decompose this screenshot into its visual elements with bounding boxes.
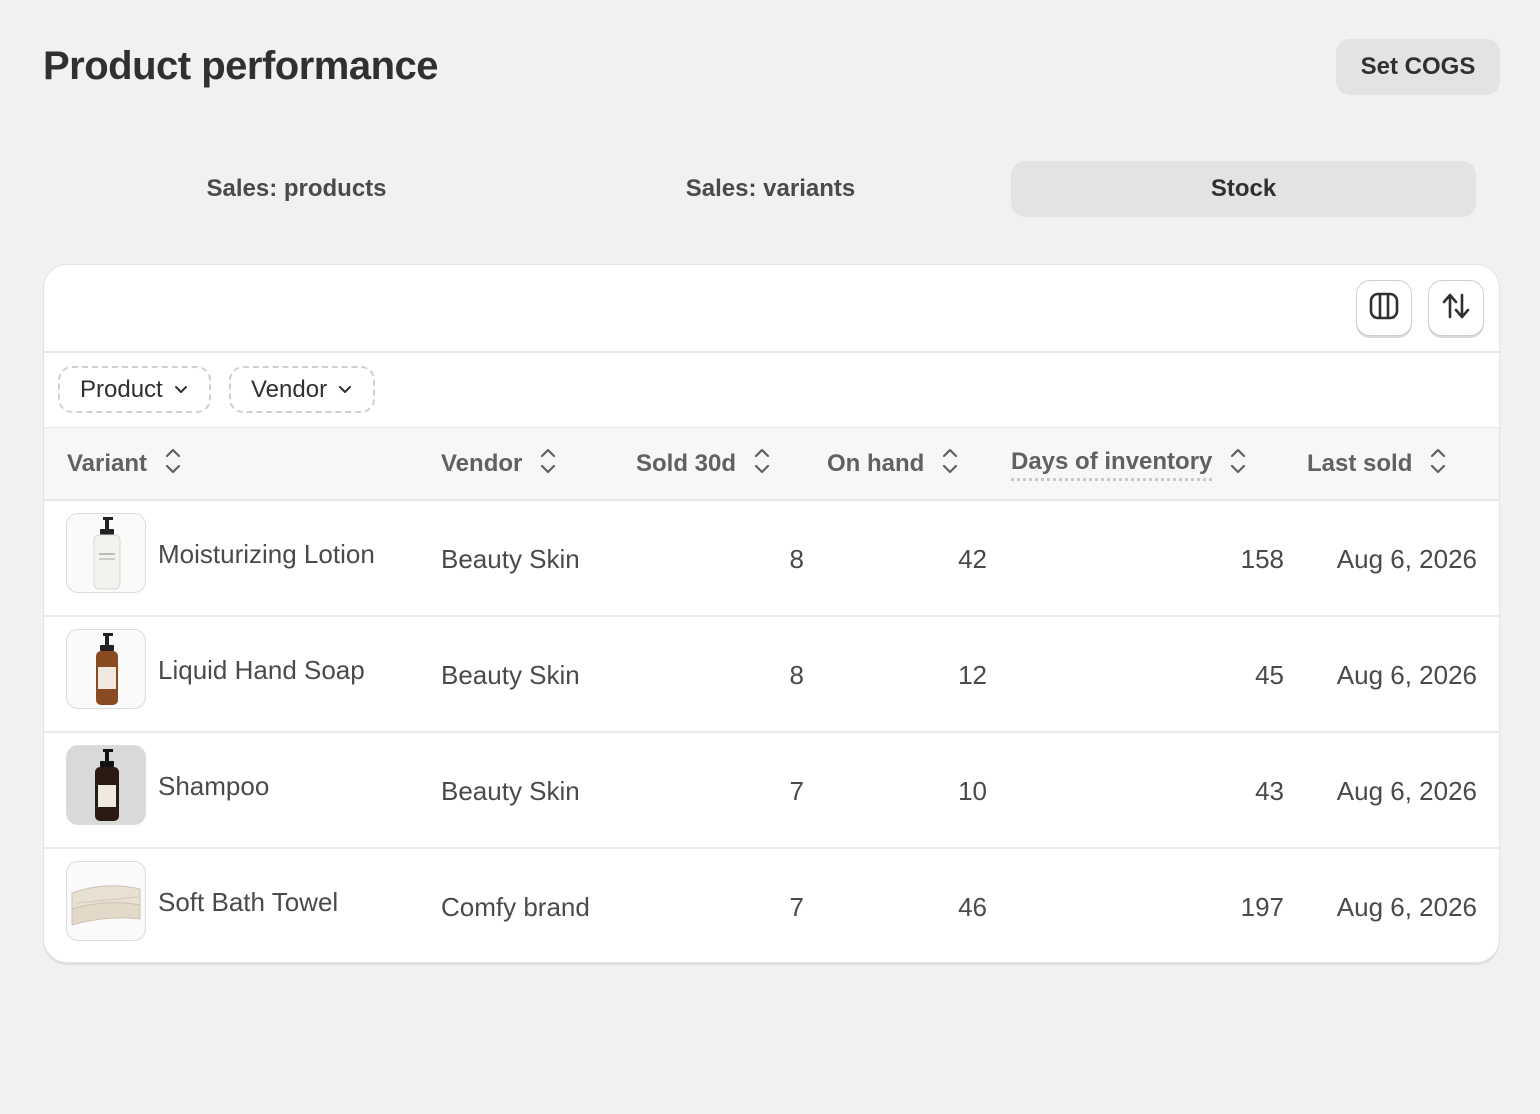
product-thumbnail [66, 629, 146, 709]
sold-30d-cell: 8 [789, 660, 804, 690]
lotion-bottle-icon [93, 517, 121, 590]
sort-arrows-icon [1230, 447, 1246, 482]
column-header-sold-30d[interactable]: Sold 30d [636, 428, 770, 500]
sort-arrows-icon [942, 447, 958, 482]
column-label: Variant [67, 450, 148, 477]
vendor-cell: Beauty Skin [441, 544, 580, 574]
table-row[interactable]: Liquid Hand Soap Beauty Skin 8 12 45 Aug… [44, 617, 1499, 733]
sort-arrows-icon [540, 447, 556, 482]
days-of-inventory-cell: 158 [1240, 544, 1284, 574]
variant-name[interactable]: Shampoo [158, 771, 269, 802]
column-header-on-hand[interactable]: On hand [827, 428, 958, 500]
sort-arrows-icon [165, 447, 181, 482]
variant-name[interactable]: Soft Bath Towel [158, 887, 338, 918]
product-thumbnail [66, 745, 146, 825]
table-header: Variant Vendor Sold 30d On hand Days of … [44, 427, 1499, 501]
table-toolbar [44, 265, 1499, 353]
vendor-cell: Beauty Skin [441, 660, 580, 690]
column-label: Vendor [441, 450, 523, 477]
filter-vendor-label: Vendor [251, 375, 328, 403]
column-header-days-of-inventory[interactable]: Days of inventory [1011, 428, 1246, 500]
filter-product-label: Product [80, 375, 163, 403]
vendor-cell: Beauty Skin [441, 776, 580, 806]
tab-sales-products[interactable]: Sales: products [64, 161, 529, 217]
sort-arrows-icon [1430, 447, 1446, 482]
column-label: Days of inventory [1011, 448, 1213, 481]
column-header-last-sold[interactable]: Last sold [1307, 428, 1446, 500]
on-hand-cell: 46 [958, 892, 987, 922]
vendor-cell: Comfy brand [441, 892, 590, 922]
days-of-inventory-cell: 43 [1255, 776, 1284, 806]
columns-button[interactable] [1356, 280, 1412, 336]
filter-product[interactable]: Product [58, 366, 211, 413]
table-body: Moisturizing Lotion Beauty Skin 8 42 158… [44, 501, 1499, 962]
column-label: Last sold [1307, 450, 1413, 477]
sort-button[interactable] [1428, 280, 1484, 336]
chevron-down-icon [173, 376, 189, 404]
table-row[interactable]: Shampoo Beauty Skin 7 10 43 Aug 6, 2026 [44, 733, 1499, 849]
last-sold-cell: Aug 6, 2026 [1336, 776, 1477, 806]
table-row[interactable]: Soft Bath Towel Comfy brand 7 46 197 Aug… [44, 849, 1499, 962]
filter-vendor[interactable]: Vendor [229, 366, 376, 413]
last-sold-cell: Aug 6, 2026 [1336, 892, 1477, 922]
on-hand-cell: 42 [958, 544, 987, 574]
sort-arrows-icon [754, 447, 770, 482]
table-row[interactable]: Moisturizing Lotion Beauty Skin 8 42 158… [44, 501, 1499, 617]
on-hand-cell: 10 [958, 776, 987, 806]
sold-30d-cell: 7 [789, 776, 804, 806]
last-sold-cell: Aug 6, 2026 [1336, 544, 1477, 574]
sort-icon [1441, 291, 1471, 326]
set-cogs-button[interactable]: Set COGS [1336, 39, 1500, 95]
page-title: Product performance [43, 44, 439, 88]
product-thumbnail [66, 861, 146, 941]
tab-stock[interactable]: Stock [1011, 161, 1476, 217]
towel-stack-icon [71, 885, 141, 926]
variant-name[interactable]: Liquid Hand Soap [158, 655, 365, 686]
columns-icon [1369, 291, 1399, 326]
variant-name[interactable]: Moisturizing Lotion [158, 539, 375, 570]
last-sold-cell: Aug 6, 2026 [1336, 660, 1477, 690]
filter-bar: Product Vendor [44, 353, 1499, 427]
column-label: On hand [827, 450, 925, 477]
shampoo-bottle-icon [95, 749, 119, 821]
sold-30d-cell: 8 [789, 544, 804, 574]
on-hand-cell: 12 [958, 660, 987, 690]
soap-bottle-icon [96, 633, 118, 705]
stock-table-card: Product Vendor Variant Vendor Sold 30d O… [43, 264, 1500, 963]
chevron-down-icon [337, 376, 353, 404]
tab-bar: Sales: products Sales: variants Stock [64, 161, 1476, 217]
tab-sales-variants[interactable]: Sales: variants [538, 161, 1003, 217]
column-header-vendor[interactable]: Vendor [441, 428, 556, 500]
sold-30d-cell: 7 [789, 892, 804, 922]
days-of-inventory-cell: 197 [1240, 892, 1284, 922]
product-thumbnail [66, 513, 146, 593]
column-label: Sold 30d [636, 450, 737, 477]
days-of-inventory-cell: 45 [1255, 660, 1284, 690]
column-header-variant[interactable]: Variant [67, 428, 181, 500]
